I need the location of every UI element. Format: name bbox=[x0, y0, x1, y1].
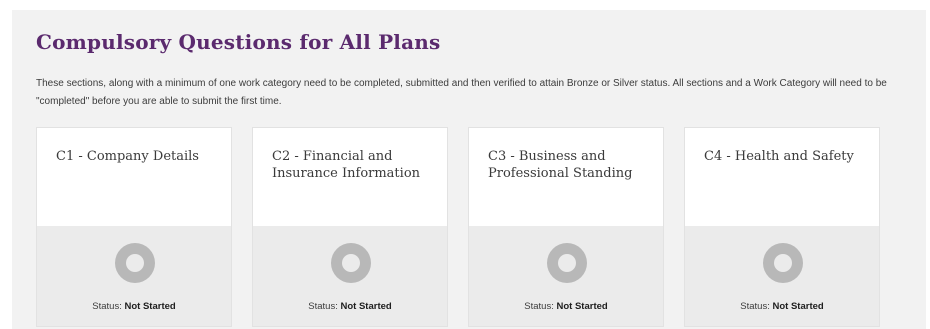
status-ring-icon bbox=[763, 243, 803, 283]
card-company-details[interactable]: C1 - Company Details Status: Not Started bbox=[36, 127, 232, 327]
card-header: C2 - Financial and Insurance Information bbox=[253, 128, 447, 226]
status-label: Status: bbox=[740, 301, 773, 312]
card-title: C3 - Business and Professional Standing bbox=[488, 149, 633, 181]
question-cards: C1 - Company Details Status: Not Started… bbox=[36, 127, 880, 327]
card-title: C2 - Financial and Insurance Information bbox=[272, 149, 421, 181]
status-value: Not Started bbox=[556, 301, 608, 312]
card-title: C1 - Company Details bbox=[56, 149, 199, 164]
card-status: Status: Not Started bbox=[253, 301, 447, 312]
card-financial-insurance[interactable]: C2 - Financial and Insurance Information… bbox=[252, 127, 448, 327]
card-header: C4 - Health and Safety bbox=[685, 128, 879, 226]
compulsory-questions-panel: Compulsory Questions for All Plans These… bbox=[12, 10, 926, 329]
status-ring-icon bbox=[547, 243, 587, 283]
status-label: Status: bbox=[308, 301, 341, 312]
section-intro: These sections, along with a minimum of … bbox=[36, 78, 887, 107]
status-label: Status: bbox=[92, 301, 125, 312]
status-value: Not Started bbox=[340, 301, 392, 312]
card-title: C4 - Health and Safety bbox=[704, 149, 854, 164]
status-value: Not Started bbox=[124, 301, 176, 312]
card-health-safety[interactable]: C4 - Health and Safety Status: Not Start… bbox=[684, 127, 880, 327]
card-business-professional[interactable]: C3 - Business and Professional Standing … bbox=[468, 127, 664, 327]
card-status: Status: Not Started bbox=[37, 301, 231, 312]
status-label: Status: bbox=[524, 301, 557, 312]
status-ring-icon bbox=[331, 243, 371, 283]
card-header: C1 - Company Details bbox=[37, 128, 231, 226]
card-status: Status: Not Started bbox=[685, 301, 879, 312]
card-header: C3 - Business and Professional Standing bbox=[469, 128, 663, 226]
status-ring-icon bbox=[115, 243, 155, 283]
status-value: Not Started bbox=[772, 301, 824, 312]
section-title: Compulsory Questions for All Plans bbox=[36, 30, 441, 54]
card-status: Status: Not Started bbox=[469, 301, 663, 312]
